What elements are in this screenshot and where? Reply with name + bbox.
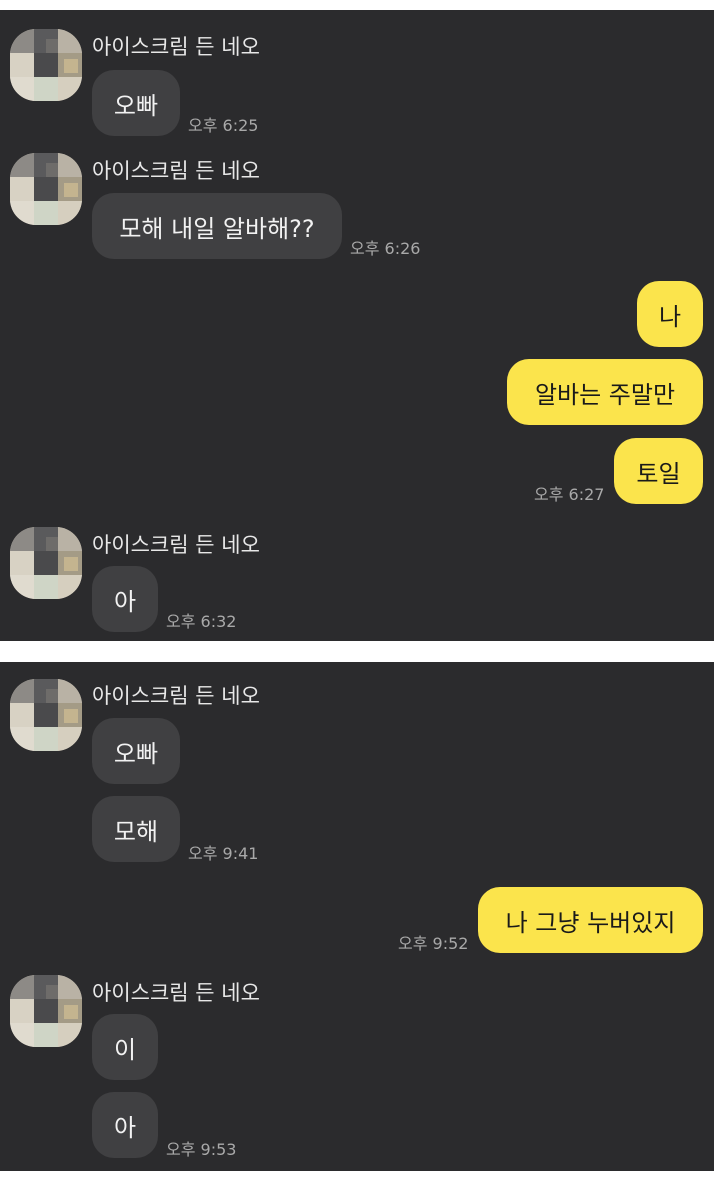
avatar-pixel [10, 29, 34, 53]
avatar-pixel [58, 201, 82, 225]
message-bubble[interactable]: 나 그냥 누버있지 [478, 887, 703, 953]
contact-avatar[interactable] [10, 527, 82, 599]
message-bubble[interactable]: 모해 내일 알바해?? [92, 193, 342, 259]
avatar-pixel [58, 575, 82, 599]
message-bubble[interactable]: 모해 [92, 796, 180, 862]
avatar-pixel [46, 537, 58, 551]
avatar-pixel [58, 153, 82, 177]
message-timestamp: 오후 6:26 [350, 239, 421, 258]
sender-name: 아이스크림 든 네오 [92, 35, 260, 59]
avatar-pixel [10, 77, 34, 101]
avatar-pixel [64, 183, 78, 197]
avatar-pixel [34, 177, 58, 201]
contact-avatar[interactable] [10, 679, 82, 751]
sender-name: 아이스크림 든 네오 [92, 159, 260, 183]
avatar-pixel [10, 727, 34, 751]
avatar-pixel [58, 679, 82, 703]
avatar-pixel [10, 575, 34, 599]
message-timestamp: 오후 6:27 [534, 485, 605, 504]
avatar-pixel [10, 201, 34, 225]
sender-name: 아이스크림 든 네오 [92, 684, 260, 708]
message-timestamp: 오후 9:52 [398, 934, 469, 953]
avatar-pixel [34, 53, 58, 77]
message-bubble[interactable]: 알바는 주말만 [507, 359, 703, 425]
avatar-pixel [46, 985, 58, 999]
message-bubble[interactable]: 오빠 [92, 718, 180, 784]
avatar-pixel [58, 975, 82, 999]
avatar-pixel [10, 703, 34, 727]
avatar-pixel [34, 77, 58, 101]
message-bubble[interactable]: 오빠 [92, 70, 180, 136]
avatar-pixel [34, 551, 58, 575]
avatar-pixel [10, 975, 34, 999]
avatar-pixel [10, 999, 34, 1023]
avatar-pixel [10, 153, 34, 177]
avatar-pixel [58, 527, 82, 551]
avatar-pixel [34, 727, 58, 751]
message-bubble[interactable]: 토일 [614, 438, 703, 504]
avatar-pixel [34, 1023, 58, 1047]
avatar-pixel [46, 163, 58, 177]
message-timestamp: 오후 9:53 [166, 1140, 237, 1159]
avatar-pixel [58, 1023, 82, 1047]
avatar-pixel [64, 709, 78, 723]
message-bubble[interactable]: 아 [92, 1092, 158, 1158]
message-bubble[interactable]: 아 [92, 566, 158, 632]
chat-panel-2: 아이스크림 든 네오 오빠 모해 오후 9:41 나 그냥 누버있지 오후 9:… [0, 662, 714, 1171]
avatar-pixel [46, 39, 58, 53]
avatar-pixel [58, 727, 82, 751]
avatar-pixel [64, 1005, 78, 1019]
sender-name: 아이스크림 든 네오 [92, 533, 260, 557]
contact-avatar[interactable] [10, 975, 82, 1047]
contact-avatar[interactable] [10, 153, 82, 225]
avatar-pixel [58, 29, 82, 53]
avatar-pixel [58, 77, 82, 101]
avatar-pixel [64, 59, 78, 73]
avatar-pixel [46, 689, 58, 703]
sender-name: 아이스크림 든 네오 [92, 981, 260, 1005]
contact-avatar[interactable] [10, 29, 82, 101]
avatar-pixel [34, 201, 58, 225]
message-timestamp: 오후 6:32 [166, 612, 237, 631]
message-timestamp: 오후 9:41 [188, 844, 259, 863]
avatar-pixel [64, 557, 78, 571]
avatar-pixel [10, 679, 34, 703]
avatar-pixel [10, 177, 34, 201]
avatar-pixel [10, 1023, 34, 1047]
avatar-pixel [10, 53, 34, 77]
avatar-pixel [34, 999, 58, 1023]
avatar-pixel [10, 551, 34, 575]
chat-panel-1: 아이스크림 든 네오 오빠 오후 6:25 아이스크림 든 네오 모해 내일 알… [0, 10, 714, 641]
message-timestamp: 오후 6:25 [188, 116, 259, 135]
message-bubble[interactable]: 이 [92, 1014, 158, 1080]
avatar-pixel [34, 703, 58, 727]
avatar-pixel [10, 527, 34, 551]
avatar-pixel [34, 575, 58, 599]
message-bubble[interactable]: 나 [637, 281, 703, 347]
